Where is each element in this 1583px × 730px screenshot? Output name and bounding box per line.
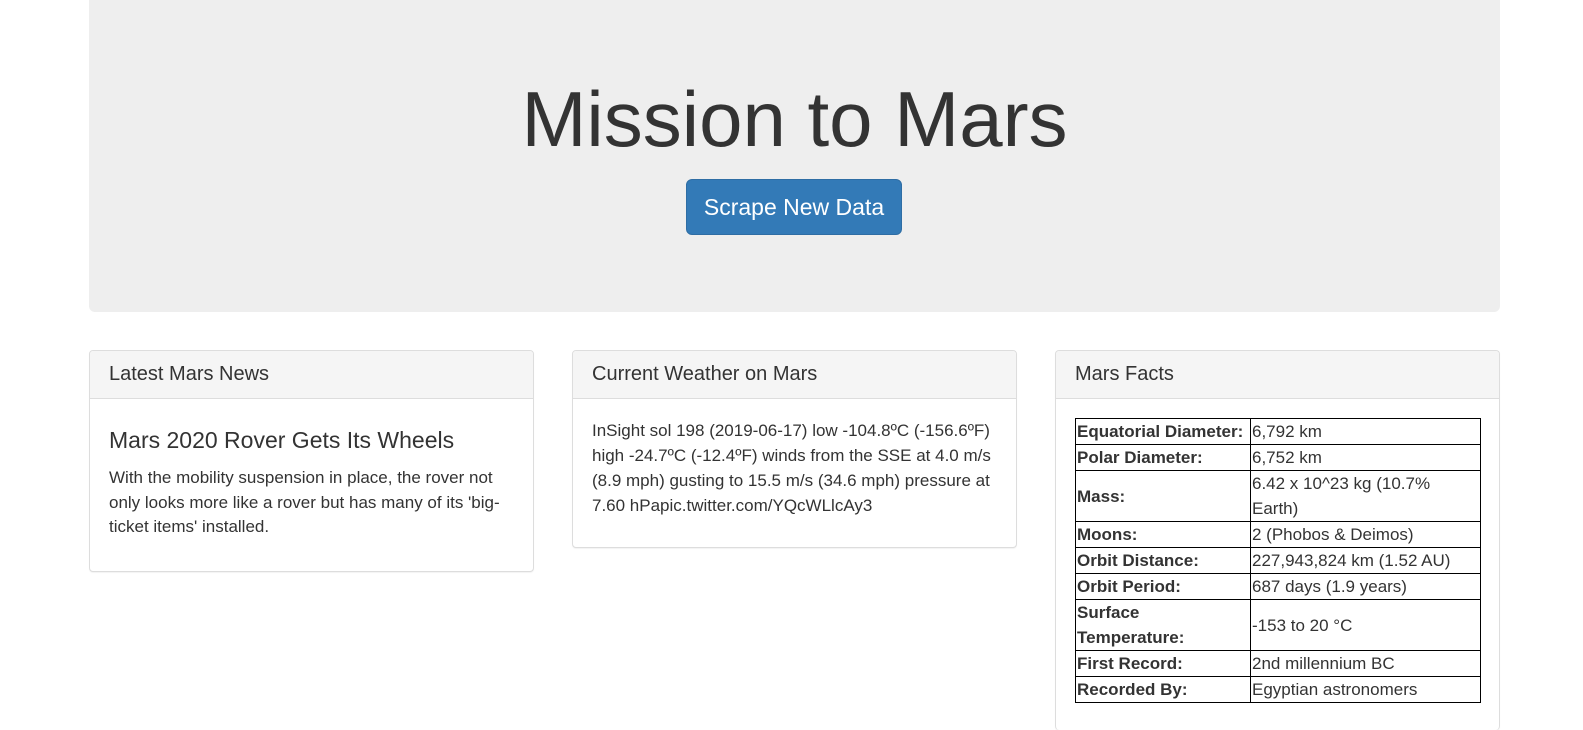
table-row: Orbit Period: 687 days (1.9 years) — [1075, 573, 1481, 600]
table-row: First Record: 2nd millennium BC — [1075, 650, 1481, 677]
weather-panel-body: InSight sol 198 (2019-06-17) low -104.8º… — [573, 399, 1016, 538]
page-title: Mission to Mars — [521, 75, 1068, 163]
fact-label: Recorded By: — [1075, 676, 1251, 703]
fact-label: Orbit Distance: — [1075, 547, 1251, 574]
fact-value: Egyptian astronomers — [1250, 676, 1481, 703]
facts-panel: Mars Facts Equatorial Diameter: 6,792 km… — [1055, 350, 1500, 730]
table-row: Polar Diameter: 6,752 km — [1075, 444, 1481, 471]
fact-value: 6.42 x 10^23 kg (10.7% Earth) — [1250, 470, 1481, 522]
table-row: Equatorial Diameter: 6,792 km — [1075, 418, 1481, 445]
jumbotron-header: Mission to Mars Scrape New Data — [89, 0, 1500, 312]
fact-value: 2nd millennium BC — [1250, 650, 1481, 677]
fact-label: Surface Temperature: — [1075, 599, 1251, 651]
table-row: Moons: 2 (Phobos & Deimos) — [1075, 521, 1481, 548]
fact-label: First Record: — [1075, 650, 1251, 677]
news-panel-body: Mars 2020 Rover Gets Its Wheels With the… — [90, 399, 533, 560]
fact-value: 2 (Phobos & Deimos) — [1250, 521, 1481, 548]
fact-label: Orbit Period: — [1075, 573, 1251, 600]
fact-value: 6,752 km — [1250, 444, 1481, 471]
weather-report: InSight sol 198 (2019-06-17) low -104.8º… — [592, 421, 991, 515]
facts-table: Equatorial Diameter: 6,792 km Polar Diam… — [1075, 418, 1481, 703]
facts-panel-heading: Mars Facts — [1056, 351, 1499, 399]
fact-value: 687 days (1.9 years) — [1250, 573, 1481, 600]
weather-panel: Current Weather on Mars InSight sol 198 … — [572, 350, 1017, 548]
weather-panel-heading: Current Weather on Mars — [573, 351, 1016, 399]
fact-value: 6,792 km — [1250, 418, 1481, 445]
table-row: Mass: 6.42 x 10^23 kg (10.7% Earth) — [1075, 470, 1481, 522]
fact-label: Polar Diameter: — [1075, 444, 1251, 471]
fact-value: -153 to 20 °C — [1250, 599, 1481, 651]
facts-panel-body: Equatorial Diameter: 6,792 km Polar Diam… — [1056, 399, 1499, 723]
fact-label: Equatorial Diameter: — [1075, 418, 1251, 445]
news-title: Mars 2020 Rover Gets Its Wheels — [109, 427, 455, 453]
scrape-new-data-button[interactable]: Scrape New Data — [686, 179, 902, 235]
news-panel: Latest Mars News Mars 2020 Rover Gets It… — [89, 350, 534, 572]
table-row: Surface Temperature: -153 to 20 °C — [1075, 599, 1481, 651]
table-row: Recorded By: Egyptian astronomers — [1075, 676, 1481, 703]
fact-label: Mass: — [1075, 470, 1251, 522]
fact-label: Moons: — [1075, 521, 1251, 548]
news-teaser: With the mobility suspension in place, t… — [109, 468, 500, 536]
fact-value: 227,943,824 km (1.52 AU) — [1250, 547, 1481, 574]
table-row: Orbit Distance: 227,943,824 km (1.52 AU) — [1075, 547, 1481, 574]
news-panel-heading: Latest Mars News — [90, 351, 533, 399]
